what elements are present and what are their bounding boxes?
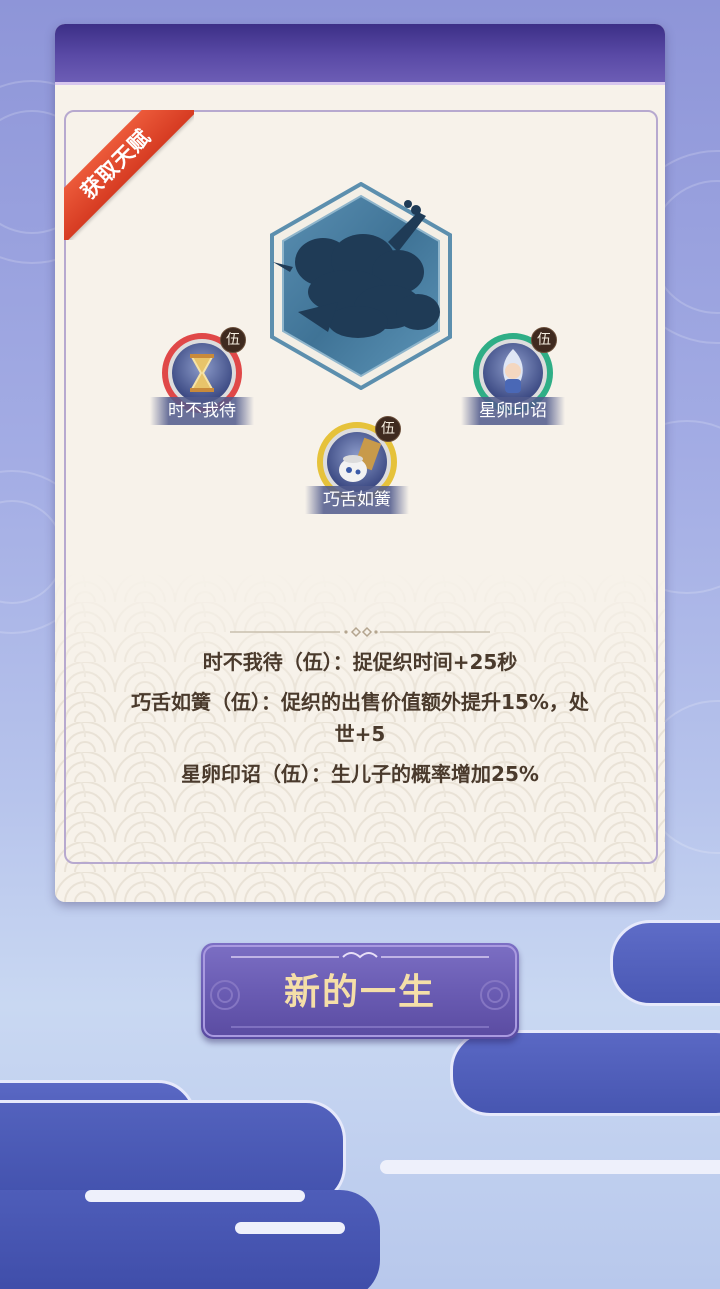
ribbon-label: 获取天赋 bbox=[64, 110, 194, 240]
hourglass-icon bbox=[172, 343, 232, 403]
talent-description-2-cont: 世+5 bbox=[334, 722, 386, 746]
child-figure-icon bbox=[483, 343, 543, 403]
talent-qiao-she-ru-huang[interactable]: 伍 巧舌如簧 bbox=[305, 416, 417, 532]
cricket-silhouette-hexagon[interactable] bbox=[268, 182, 454, 390]
talent-name: 巧舌如簧 bbox=[305, 486, 409, 514]
talent-level-badge: 伍 bbox=[220, 327, 246, 353]
panel-header bbox=[55, 24, 665, 85]
obtain-talent-ribbon: 获取天赋 bbox=[64, 110, 194, 240]
ornament-divider bbox=[230, 626, 490, 638]
talent-description-1: 时不我待（伍）：捉促织时间+25秒 bbox=[202, 650, 518, 674]
talent-description-2: 巧舌如簧（伍）：促织的出售价值额外提升15%，处 bbox=[131, 690, 589, 714]
new-life-button[interactable]: 新的一生 bbox=[201, 943, 519, 1039]
talent-name: 星卵印诏 bbox=[461, 397, 565, 425]
teapot-icon bbox=[327, 432, 387, 492]
talent-name: 时不我待 bbox=[150, 397, 254, 425]
talent-level-badge: 伍 bbox=[531, 327, 557, 353]
talent-level-badge: 伍 bbox=[375, 416, 401, 442]
talent-shi-bu-wo-dai[interactable]: 伍 时不我待 bbox=[150, 327, 262, 443]
talent-description-3: 星卵印诏（伍）：生儿子的概率增加25% bbox=[181, 762, 539, 786]
new-life-button-label: 新的一生 bbox=[283, 972, 436, 1013]
talent-xing-luan-yin-zhao[interactable]: 伍 星卵印诏 bbox=[461, 327, 573, 443]
